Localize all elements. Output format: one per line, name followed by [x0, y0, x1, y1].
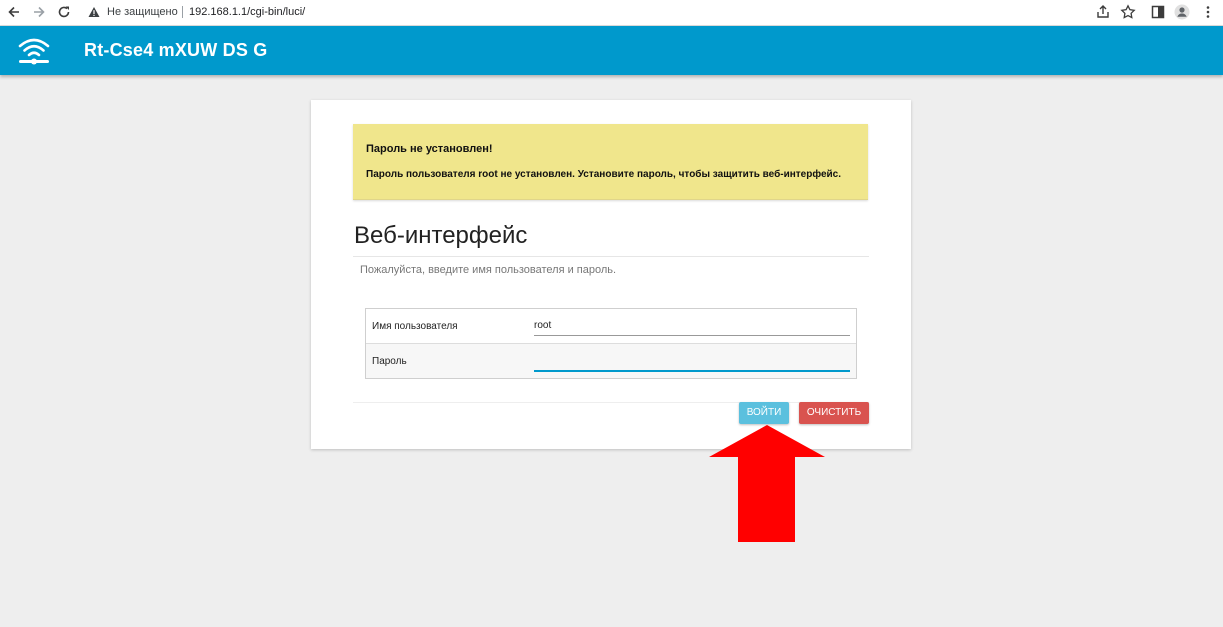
login-form: Имя пользователя Пароль [365, 308, 857, 379]
wifi-router-icon[interactable] [17, 36, 51, 66]
actions-divider [353, 402, 869, 403]
address-bar[interactable]: Не защищено 192.168.1.1/cgi-bin/luci/ [82, 2, 1192, 22]
profile-avatar-icon[interactable] [1174, 4, 1190, 20]
security-status[interactable]: Не защищено [107, 2, 178, 22]
reload-icon[interactable] [56, 4, 72, 20]
password-label: Пароль [372, 356, 407, 367]
side-panel-icon[interactable] [1150, 4, 1166, 20]
alert-title: Пароль не установлен! [366, 143, 493, 155]
router-name[interactable]: Rt-Cse4 mXUW DS G [84, 39, 267, 61]
share-icon[interactable] [1095, 4, 1111, 20]
alert-text: Пароль пользователя root не установлен. … [366, 169, 842, 180]
login-button[interactable]: ВОЙТИ [739, 402, 789, 424]
address-divider [182, 6, 183, 18]
title-divider [353, 256, 869, 257]
browser-toolbar: Не защищено 192.168.1.1/cgi-bin/luci/ [0, 0, 1223, 26]
password-input[interactable] [534, 350, 850, 372]
top-header: Rt-Cse4 mXUW DS G [0, 26, 1223, 75]
login-card: Пароль не установлен! Пароль пользовател… [311, 100, 911, 449]
page-title: Веб-интерфейс [354, 222, 528, 249]
forward-icon[interactable] [31, 4, 47, 20]
no-password-alert: Пароль не установлен! Пароль пользовател… [353, 124, 868, 200]
login-description: Пожалуйста, введите имя пользователя и п… [360, 264, 617, 276]
username-row: Имя пользователя [366, 309, 856, 344]
red-arrow-annotation [709, 425, 825, 542]
url-text[interactable]: 192.168.1.1/cgi-bin/luci/ [189, 2, 305, 22]
password-row: Пароль [366, 344, 856, 378]
back-icon[interactable] [6, 4, 22, 20]
warning-icon [88, 7, 100, 17]
username-input[interactable] [534, 315, 850, 336]
username-label: Имя пользователя [372, 321, 458, 332]
menu-dots-icon[interactable] [1200, 4, 1216, 20]
bookmark-star-icon[interactable] [1120, 4, 1136, 20]
reset-button[interactable]: ОЧИСТИТЬ [799, 402, 869, 424]
